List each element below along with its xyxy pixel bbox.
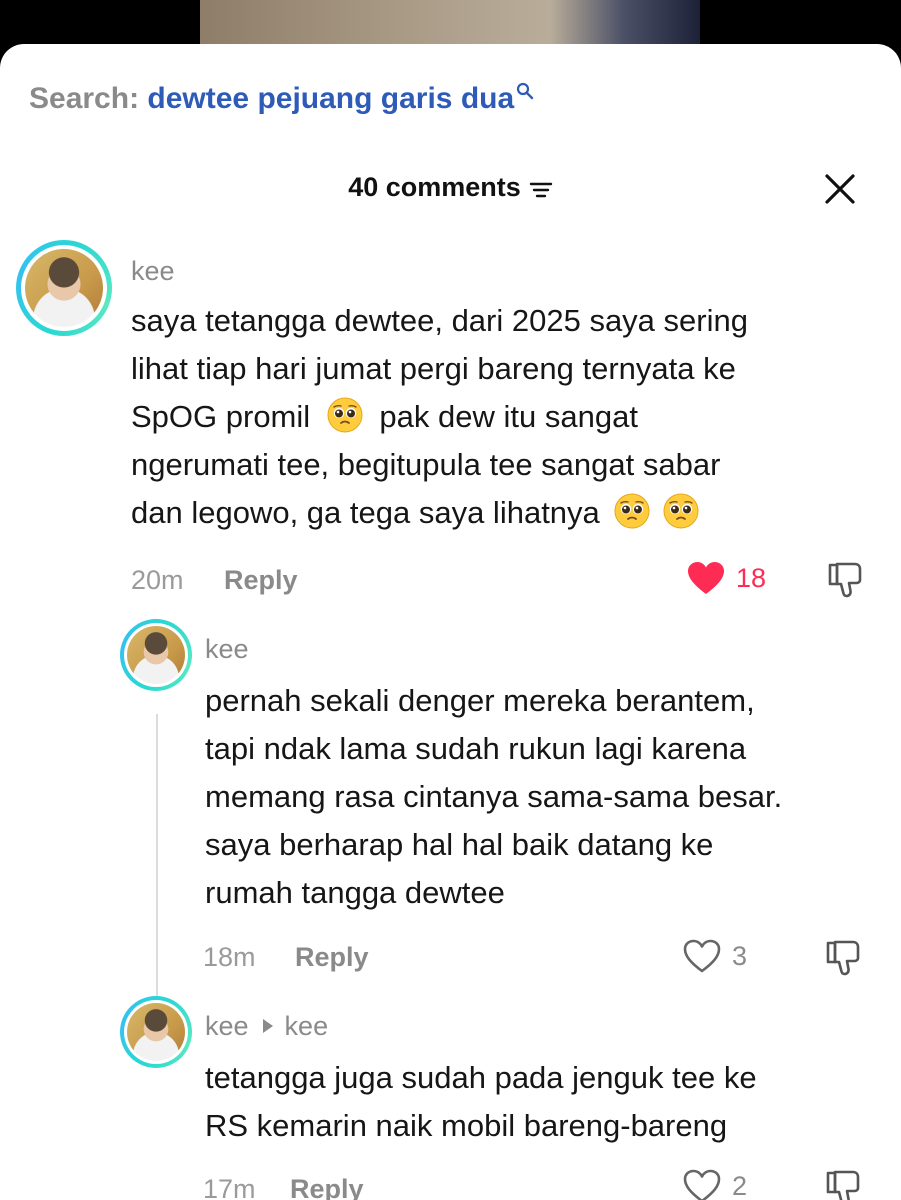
comment-timestamp: 17m	[203, 1174, 256, 1200]
comment-text: tetangga juga sudah pada jenguk tee ke R…	[205, 1054, 885, 1150]
comment-username: kee kee	[205, 1011, 328, 1042]
video-frame	[200, 0, 700, 44]
heart-outline-icon	[683, 1169, 721, 1200]
comment-line: tetangga juga sudah pada jenguk tee ke	[205, 1060, 757, 1095]
like-button[interactable]: 2	[682, 1168, 747, 1200]
reply-author[interactable]: kee	[205, 1011, 249, 1041]
comments-sheet: Search: dewtee pejuang garis dua 40 comm…	[0, 44, 901, 1200]
reply-target[interactable]: kee	[285, 1011, 329, 1041]
reply-arrow-icon	[262, 1019, 273, 1033]
dislike-icon[interactable]	[823, 1168, 863, 1200]
like-count: 2	[732, 1170, 748, 1200]
avatar[interactable]	[120, 996, 192, 1068]
comment-line: RS kemarin naik mobil bareng-bareng	[205, 1108, 728, 1143]
reply-button[interactable]: Reply	[290, 1174, 364, 1200]
reply-comment-item: kee kee tetangga juga sudah pada jenguk t…	[0, 44, 901, 1200]
